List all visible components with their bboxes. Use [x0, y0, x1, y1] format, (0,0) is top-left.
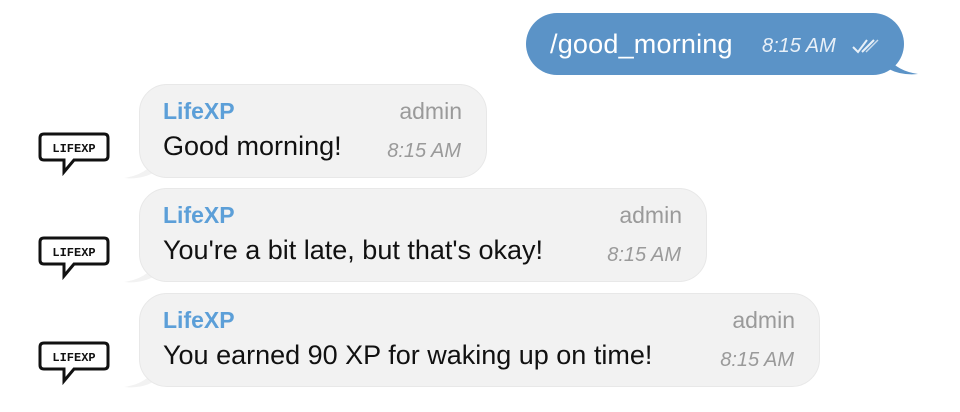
lifexp-bot-avatar[interactable]: LIFEXP: [36, 230, 112, 292]
incoming-message[interactable]: LifeXP admin You earned 90 XP for waking…: [139, 293, 820, 387]
lifexp-bot-avatar[interactable]: LIFEXP: [36, 126, 112, 188]
avatar-label: LIFEXP: [52, 142, 95, 156]
message-time: 8:15 AM: [720, 349, 794, 371]
double-check-icon: [852, 39, 879, 54]
chat-history: /good_morning 8:15 AM LIFEXP LifeXP admi…: [0, 0, 960, 412]
outgoing-message[interactable]: /good_morning 8:15 AM: [526, 13, 904, 75]
sender-role-badge: admin: [732, 307, 795, 333]
message-text: Good morning!: [163, 131, 342, 161]
lifexp-bot-avatar[interactable]: LIFEXP: [36, 335, 112, 397]
sender-name[interactable]: LifeXP: [163, 307, 235, 334]
message-time: 8:15 AM: [607, 244, 681, 266]
sender-name[interactable]: LifeXP: [163, 98, 235, 125]
outgoing-message-text: /good_morning: [550, 29, 733, 59]
incoming-message[interactable]: LifeXP admin Good morning! 8:15 AM: [139, 84, 487, 178]
incoming-message[interactable]: LifeXP admin You're a bit late, but that…: [139, 188, 707, 282]
sender-role-badge: admin: [399, 98, 462, 124]
sender-role-badge: admin: [619, 202, 682, 228]
message-text: You earned 90 XP for waking up on time!: [163, 340, 653, 370]
avatar-label: LIFEXP: [52, 246, 95, 260]
message-time: 8:15 AM: [387, 140, 461, 162]
avatar-label: LIFEXP: [52, 351, 95, 365]
outgoing-message-time: 8:15 AM: [762, 35, 836, 57]
sender-name[interactable]: LifeXP: [163, 202, 235, 229]
message-text: You're a bit late, but that's okay!: [163, 235, 544, 265]
